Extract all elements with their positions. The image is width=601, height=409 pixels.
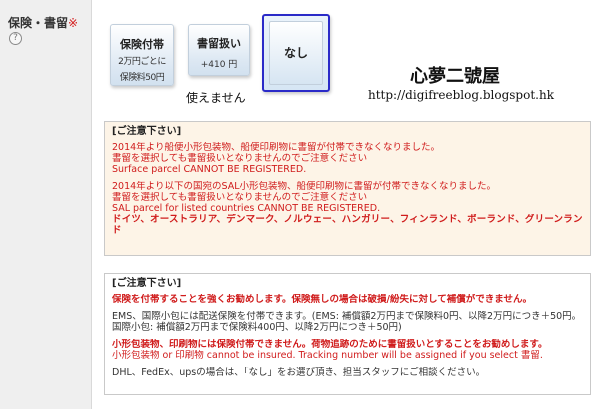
- notice-line: 2014年より船便小形包装物、船便印刷物に書留が付帯できなくなりました。: [112, 142, 440, 153]
- notice-title: [ご注意下さい]: [112, 278, 182, 289]
- notice-title: [ご注意下さい]: [112, 126, 182, 137]
- insured-option-line1: 2万円ごとに: [118, 57, 166, 67]
- unavailable-annotation: 使えません: [186, 91, 246, 105]
- registered-option-title: 書留扱い: [197, 37, 241, 50]
- brand-watermark-name: 心夢二號屋: [410, 66, 500, 87]
- insurance-recommendation-notice: [ご注意下さい] 保険を付帯することを強くお勧めします。保険無しの場合は破損/紛…: [104, 273, 591, 395]
- notice-line: SAL parcel for listed countries CANNOT B…: [112, 203, 381, 214]
- notice-line: Surface parcel CANNOT BE REGISTERED.: [112, 164, 307, 175]
- required-mark: ※: [68, 16, 79, 30]
- insured-option-line2: 保険料50円: [119, 73, 165, 83]
- registered-option-price: +410 円: [200, 60, 238, 70]
- brand-watermark-url: http://digifreeblog.blogspot.hk: [368, 88, 554, 102]
- insured-option-button[interactable]: 保険付帯 2万円ごとに 保険料50円: [110, 24, 174, 86]
- insurance-field-label-text: 保険・書留: [8, 16, 69, 30]
- notice-line: 2014年より以下の国宛のSAL小形包装物、船便印刷物に書留が付帯できなくなりま…: [112, 181, 496, 192]
- insured-option-title: 保険付帯: [120, 38, 164, 51]
- insurance-field-label: 保険・書留※: [8, 14, 78, 31]
- none-option-title: なし: [283, 46, 308, 60]
- none-option-inner: なし: [269, 21, 323, 85]
- notice-line: 保険を付帯することを強くお勧めします。保険無しの場合は破損/紛失に対して補償がで…: [112, 294, 532, 305]
- help-icon[interactable]: ?: [9, 32, 22, 45]
- notice-line: EMS、国際小包には配送保険を付帯できます。(EMS: 補償額2万円まで保険料0…: [112, 311, 582, 333]
- field-label-column: 保険・書留※ ?: [0, 0, 92, 409]
- none-option-button[interactable]: なし: [262, 14, 330, 92]
- notice-line: 書留を選択しても書留扱いとなりませんのでご注意ください: [112, 192, 368, 203]
- surface-registration-notice: [ご注意下さい] 2014年より船便小形包装物、船便印刷物に書留が付帯できなくな…: [104, 121, 591, 256]
- notice-line: 小形包装物 or 印刷物 cannot be insured. Tracking…: [112, 350, 543, 361]
- notice-line: 小形包装物、印刷物には保険付帯できません。荷物追跡のために書留扱いとすることをお…: [112, 339, 548, 350]
- registered-option-button[interactable]: 書留扱い +410 円: [188, 24, 250, 76]
- notice-line: DHL、FedEx、upsの場合は、「なし」をお選び頂き、担当スタッフにご相談く…: [112, 367, 486, 378]
- notice-country-list: ドイツ、オーストラリア、デンマーク、ノルウェー、ハンガリー、フィンランド、ポーラ…: [112, 214, 583, 236]
- notice-line: 書留を選択しても書留扱いとなりませんのでご注意ください: [112, 153, 368, 164]
